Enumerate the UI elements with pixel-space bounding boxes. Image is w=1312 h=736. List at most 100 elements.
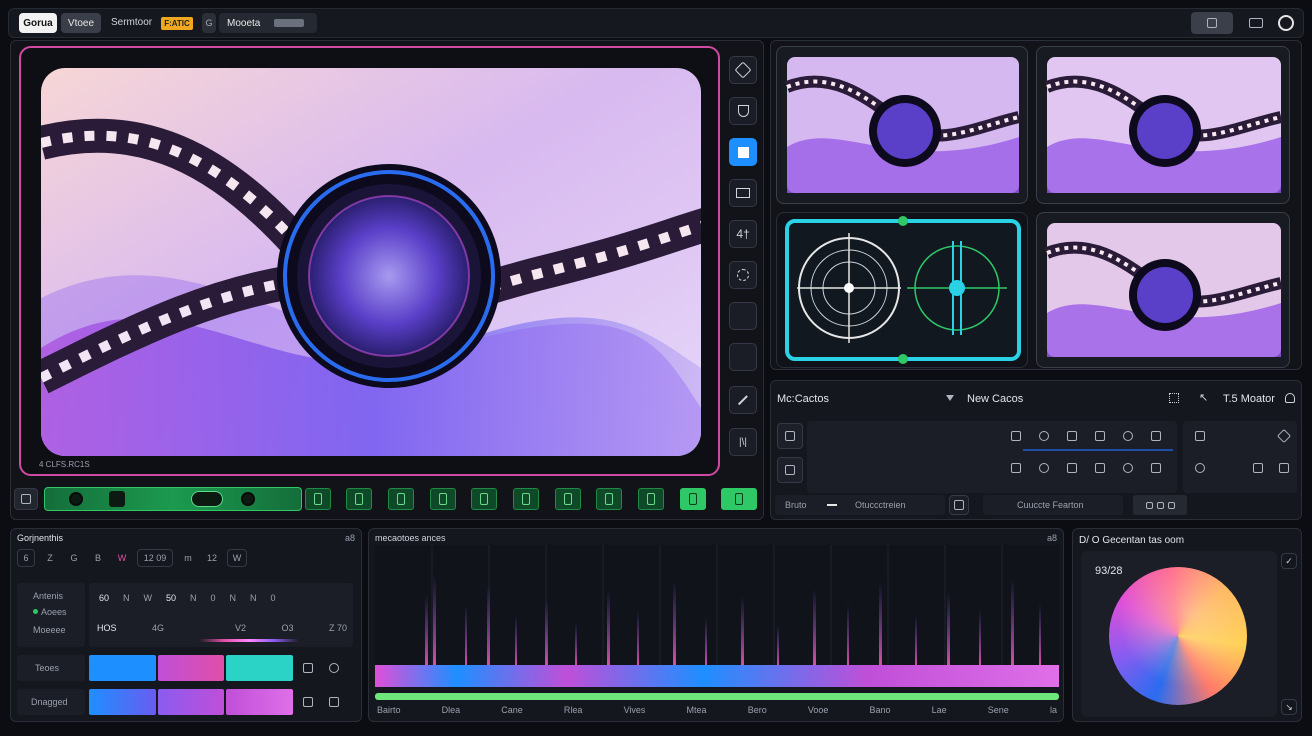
profile-button[interactable] — [1275, 12, 1297, 34]
select-tool[interactable] — [729, 138, 757, 166]
export-button[interactable] — [1191, 12, 1233, 34]
media-footer-button[interactable] — [949, 495, 969, 515]
media-side-icon-5[interactable] — [1279, 463, 1289, 473]
comp-tool-7[interactable]: m — [179, 549, 197, 567]
media-row2-icon-6[interactable] — [1151, 463, 1161, 473]
comp-val-1[interactable]: 60 — [99, 593, 109, 603]
media-filter-label[interactable]: New Cacos — [967, 393, 1023, 405]
comp-tool-6[interactable]: 12 09 — [137, 549, 173, 567]
waveform-graph[interactable] — [375, 545, 1059, 721]
comp-tool-5[interactable]: W — [113, 549, 131, 567]
comp-tool-1[interactable]: 6 — [17, 549, 35, 567]
segment-1[interactable] — [305, 488, 331, 510]
track-1-clip-1[interactable] — [89, 655, 156, 681]
split-tool[interactable]: |\| — [729, 428, 757, 456]
filter-icon[interactable] — [946, 395, 954, 401]
color-wheel[interactable] — [1109, 567, 1247, 705]
comp-tool-2[interactable]: Z — [41, 549, 59, 567]
thumbnail-1[interactable] — [776, 46, 1028, 204]
scrubber-knob-1[interactable] — [69, 492, 83, 506]
color-panel-expand[interactable]: ↘ — [1281, 699, 1297, 715]
comp-val-2-5[interactable]: O3 — [281, 623, 293, 633]
media-row2-icon-1[interactable] — [1011, 463, 1021, 473]
comp-val-5[interactable]: N — [190, 593, 197, 603]
search-icon[interactable]: G — [202, 13, 216, 33]
pen-tool[interactable] — [729, 386, 757, 414]
media-row1-icon-6[interactable] — [1151, 431, 1161, 441]
comp-val-2-1[interactable]: HOS — [97, 623, 117, 633]
mask-tool[interactable] — [729, 97, 757, 125]
arrow-icon[interactable]: ↖ — [1199, 391, 1208, 404]
comp-tool-3[interactable]: G — [65, 549, 83, 567]
empty-tool-2[interactable] — [729, 343, 757, 371]
media-row1-icon-5[interactable] — [1123, 431, 1133, 441]
media-row2-icon-2[interactable] — [1039, 463, 1049, 473]
comp-tool-8[interactable]: 12 — [203, 549, 221, 567]
comp-val-2-4[interactable]: V2 — [235, 623, 246, 633]
media-side-btn-1[interactable] — [777, 423, 803, 449]
crop-tool[interactable] — [729, 261, 757, 289]
media-search[interactable]: Cuuccte Fearton — [983, 495, 1123, 515]
comp-tool-4[interactable]: B — [89, 549, 107, 567]
tab-gorua[interactable]: Gorua — [19, 13, 57, 33]
media-row2-icon-3[interactable] — [1067, 463, 1077, 473]
scrubber-knob-2[interactable] — [241, 492, 255, 506]
empty-tool-1[interactable] — [729, 302, 757, 330]
segment-5[interactable] — [471, 488, 497, 510]
segment-2[interactable] — [346, 488, 372, 510]
grid-view-icon[interactable] — [1169, 393, 1179, 403]
segment-11[interactable] — [721, 488, 757, 510]
media-row1-icon-2[interactable] — [1039, 431, 1049, 441]
segment-3[interactable] — [388, 488, 414, 510]
track-2-clips[interactable] — [89, 689, 294, 715]
media-side-btn-2[interactable] — [777, 457, 803, 483]
track-2-icon-1[interactable] — [303, 697, 313, 707]
rect-tool[interactable] — [729, 179, 757, 207]
track-1-clip-2[interactable] — [157, 655, 225, 681]
comp-val-2[interactable]: N — [123, 593, 130, 603]
thumbnail-scopes[interactable] — [776, 212, 1028, 368]
comp-val-3[interactable]: W — [144, 593, 153, 603]
comp-val-7[interactable]: N — [230, 593, 237, 603]
pointer-tool[interactable] — [729, 56, 757, 84]
media-row1-icon-3[interactable] — [1067, 431, 1077, 441]
media-row1-icon-1[interactable] — [1011, 431, 1021, 441]
track-1-icon-1[interactable] — [303, 663, 313, 673]
segment-6[interactable] — [513, 488, 539, 510]
track-2-clip-2[interactable] — [157, 689, 225, 715]
track-1-clips[interactable] — [89, 655, 294, 681]
media-footer-tools[interactable] — [1133, 495, 1187, 515]
media-row1-icon-4[interactable] — [1095, 431, 1105, 441]
segment-4[interactable] — [430, 488, 456, 510]
track-2-icon-2[interactable] — [329, 697, 339, 707]
track-2-clip-3[interactable] — [226, 689, 294, 715]
segment-8[interactable] — [596, 488, 622, 510]
playback-scrubber[interactable] — [44, 487, 302, 511]
segment-7[interactable] — [555, 488, 581, 510]
comp-val-4[interactable]: 50 — [166, 593, 176, 603]
thumbnail-2[interactable] — [1036, 46, 1290, 204]
comp-val-6[interactable]: 0 — [211, 593, 216, 603]
media-side-icon-4[interactable] — [1253, 463, 1263, 473]
user-icon[interactable] — [1285, 393, 1295, 403]
media-side-icon-1[interactable] — [1195, 431, 1205, 441]
segment-9[interactable] — [638, 488, 664, 510]
mode-selector[interactable]: Mooeta — [219, 13, 317, 33]
share-button[interactable] — [1243, 12, 1269, 34]
comp-tool-9[interactable]: W — [227, 549, 247, 567]
media-side-icon-3[interactable] — [1195, 463, 1205, 473]
comp-val-2-6[interactable]: Z 70 — [329, 623, 347, 633]
playback-menu-button[interactable] — [14, 488, 38, 510]
color-panel-check[interactable]: ✓ — [1281, 553, 1297, 569]
media-side-icon-2[interactable] — [1276, 428, 1292, 444]
scrubber-handle[interactable] — [191, 491, 223, 507]
tab-vtoee[interactable]: Vtoee — [61, 13, 101, 33]
media-row2-icon-4[interactable] — [1095, 463, 1105, 473]
text-tool[interactable]: 4† — [729, 220, 757, 248]
track-1-clip-3[interactable] — [226, 655, 294, 681]
track-2-clip-1[interactable] — [89, 689, 156, 715]
thumbnail-3[interactable] — [1036, 212, 1290, 368]
comp-val-2-2[interactable]: 4G — [152, 623, 164, 633]
preview-canvas[interactable]: 4 CLFS.RC1S — [19, 46, 720, 476]
track-1-icon-2[interactable] — [329, 663, 339, 673]
